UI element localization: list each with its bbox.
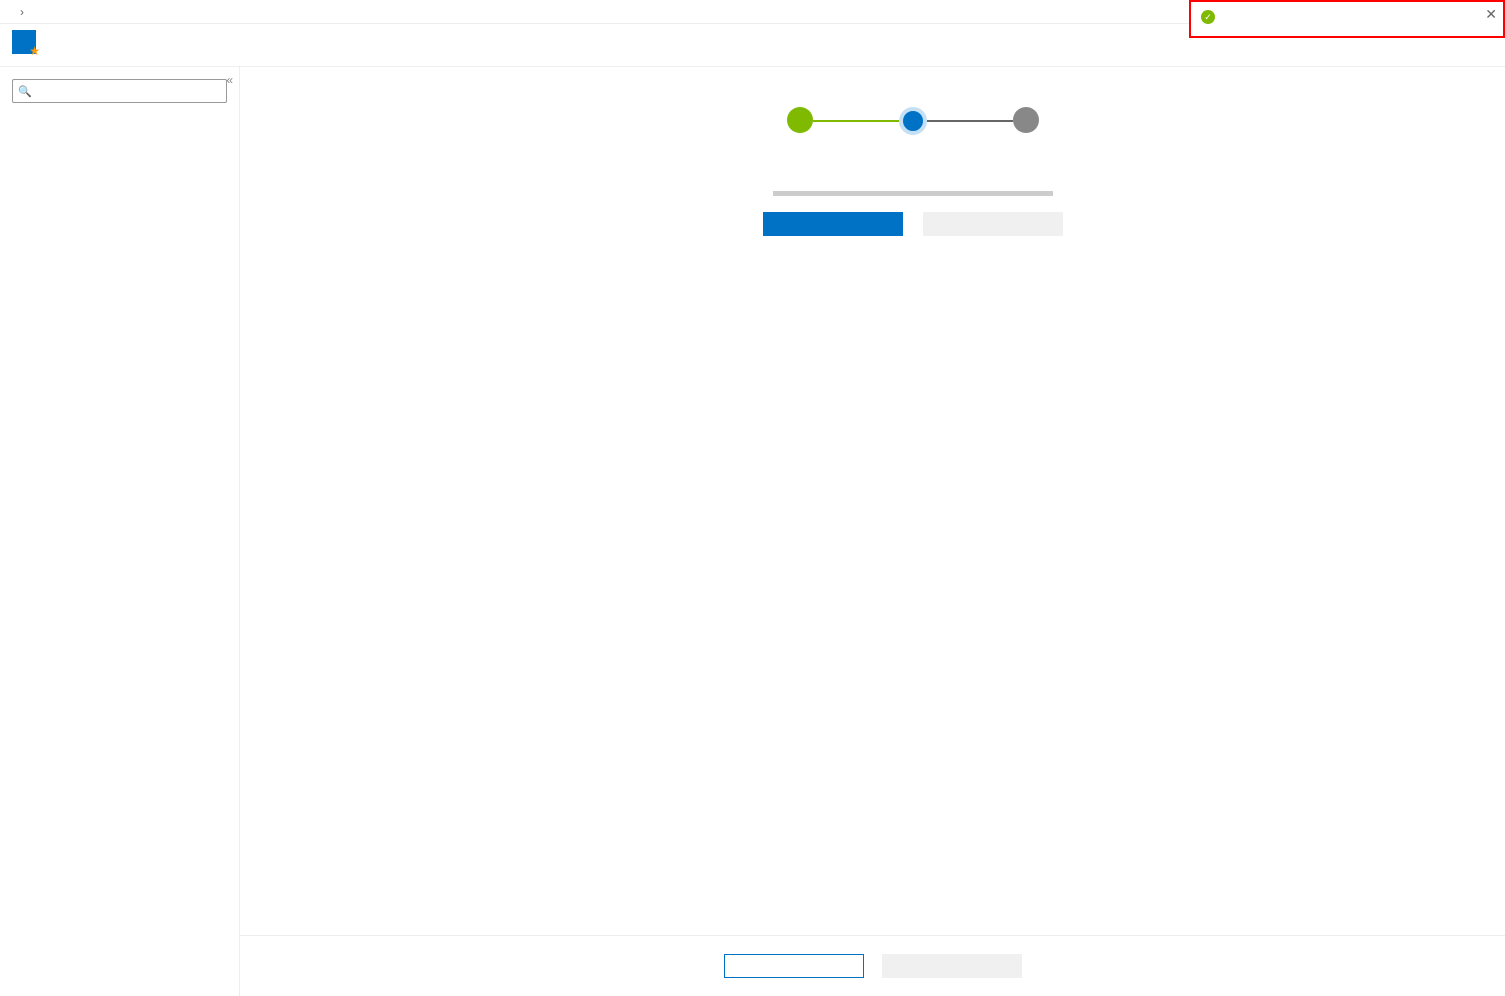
next-button (882, 954, 1022, 978)
main-content (240, 67, 1505, 996)
breadcrumb-separator: › (20, 5, 24, 19)
step-2-active-icon (899, 107, 927, 135)
service-bus-icon (12, 30, 36, 54)
previous-button[interactable] (724, 954, 864, 978)
search-input[interactable] (12, 79, 227, 103)
step-1-done-icon (787, 107, 813, 133)
step-line-1 (813, 120, 899, 122)
abort-button (923, 212, 1063, 236)
sync-progress-bar (773, 191, 1053, 196)
success-icon: ✓ (1201, 10, 1215, 24)
step-3-icon (1013, 107, 1039, 133)
sidebar: « 🔍 (0, 67, 240, 996)
start-sync-button[interactable] (763, 212, 903, 236)
step-line-2 (927, 120, 1013, 122)
close-icon[interactable]: ✕ (1485, 6, 1497, 23)
collapse-icon[interactable]: « (226, 73, 233, 87)
search-icon: 🔍 (18, 85, 32, 98)
footer-actions (240, 935, 1505, 996)
notification-toast: ✕ ✓ (1189, 0, 1505, 38)
stepper (420, 107, 1405, 143)
